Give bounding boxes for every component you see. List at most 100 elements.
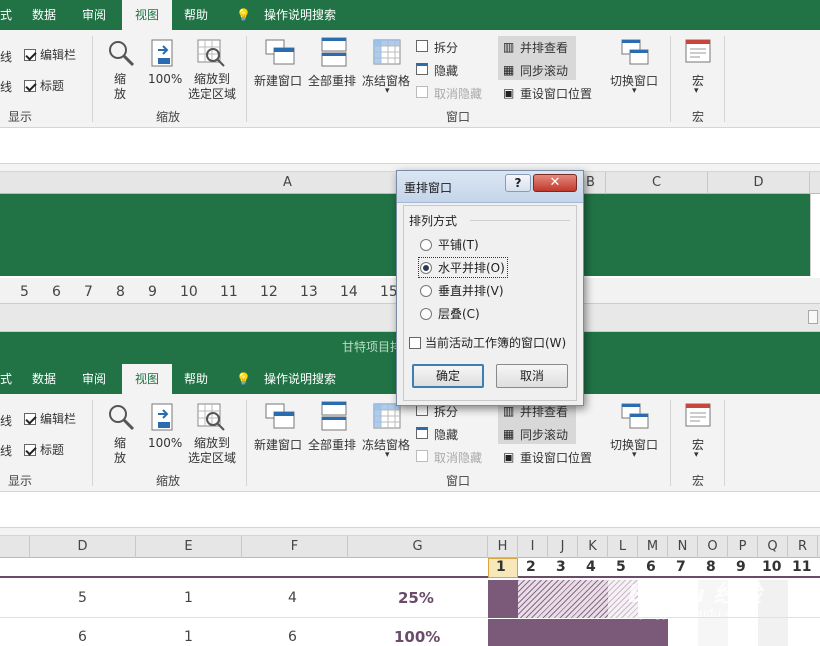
radio-tiled[interactable]: 平铺(T) [420,236,479,253]
column-header-p[interactable]: P [728,536,758,558]
unhide-button: 取消隐藏 [434,87,483,101]
column-header-d[interactable]: D [30,536,136,558]
zoom-to-selection-button[interactable]: 缩放到 选定区域 [186,436,238,466]
formula-bar-checkbox[interactable]: 编辑栏 [24,46,76,63]
hide-button[interactable]: 隐藏 [434,62,458,79]
column-header-f[interactable]: F [242,536,348,558]
column-header-bottom: D E F G H I J K L M N O P Q R [0,536,820,558]
cell-d[interactable]: 5 [78,590,87,606]
help-button[interactable]: ? [505,174,531,192]
tab-view[interactable]: 视图 [122,0,172,30]
zoom-100-button[interactable]: 100% [148,436,182,450]
table-row[interactable]: 6 1 6 100% [0,619,820,646]
percent-complete[interactable]: 25% [398,589,434,607]
arrange-all-button[interactable]: 全部重排 [308,72,356,89]
formula-bar-bottom[interactable] [0,492,820,528]
lightbulb-icon: 💡 [236,372,251,386]
macros-icon [685,39,711,63]
reset-window-position-button[interactable]: 重设窗口位置 [520,85,592,102]
column-header-m[interactable]: M [638,536,668,558]
zoom-button[interactable]: 缩放 [114,436,128,466]
hide-icon [416,63,428,75]
column-header-k[interactable]: K [578,536,608,558]
tab-formulas[interactable]: 式 [0,364,12,394]
new-window-button[interactable]: 新建窗口 [254,72,302,89]
gridlines-label: 线 [0,50,13,64]
cell-e[interactable]: 1 [184,629,193,645]
column-header-r[interactable]: R [788,536,818,558]
chevron-down-icon: ▾ [385,450,390,460]
zoom-icon [109,405,135,431]
timeline-day: 6 [52,284,61,300]
dialog-titlebar[interactable]: 重排窗口 ? ✕ [397,171,583,203]
zoom-to-selection-button[interactable]: 缩放到 选定区域 [186,72,238,102]
sync-scroll-button[interactable]: 同步滚动 [520,62,568,79]
group-label-zoom: 缩放 [156,110,181,124]
sync-scroll-button[interactable]: 同步滚动 [520,426,568,443]
tab-review[interactable]: 审阅 [82,364,106,394]
column-header-h[interactable]: H [488,536,518,558]
arrange-all-button[interactable]: 全部重排 [308,436,356,453]
checkbox-icon [24,413,36,425]
zoom-100-icon [151,403,173,431]
formula-bar[interactable] [0,128,820,164]
arrange-group-label: 排列方式 [409,214,458,228]
column-header-d[interactable]: D [708,172,810,194]
tab-view[interactable]: 视图 [122,364,172,394]
radio-vertical[interactable]: 垂直并排(V) [420,282,504,299]
column-header-l[interactable]: L [608,536,638,558]
timeline-day: 7 [84,284,93,300]
unhide-button: 取消隐藏 [434,451,483,465]
zoom-100-button[interactable]: 100% [148,72,182,86]
close-button[interactable]: ✕ [533,174,577,192]
sync-scroll-icon: ▦ [503,63,515,77]
headings-checkbox[interactable]: 标题 [24,77,64,94]
tell-me-search[interactable]: 操作说明搜索 [264,364,336,394]
column-header-j[interactable]: J [548,536,578,558]
column-header-q[interactable]: Q [758,536,788,558]
tab-help[interactable]: 帮助 [184,364,208,394]
unhide-icon [416,450,428,462]
cancel-button[interactable]: 取消 [496,364,568,388]
tab-data[interactable]: 数据 [32,364,56,394]
day-number: 5 [616,559,626,575]
percent-complete[interactable]: 100% [394,628,440,646]
tab-review[interactable]: 审阅 [82,0,106,30]
ribbon-view-bottom: 线 编辑栏 线 标题 显示 缩放 100% 缩放到 选定区域 缩放 新建窗口 全… [0,394,820,492]
column-header-g[interactable]: G [348,536,488,558]
day-number: 4 [586,559,596,575]
day-number: 1 [496,559,506,575]
tab-data[interactable]: 数据 [32,0,56,30]
reset-window-position-button[interactable]: 重设窗口位置 [520,449,592,466]
column-header-e[interactable]: E [136,536,242,558]
radio-horizontal[interactable]: 水平并排(O) [418,257,508,278]
active-workbook-checkbox[interactable]: 当前活动工作簿的窗口(W) [409,334,566,351]
column-header-o[interactable]: O [698,536,728,558]
cell-d[interactable]: 6 [78,629,87,645]
cell-e[interactable]: 1 [184,590,193,606]
hide-button[interactable]: 隐藏 [434,426,458,443]
tell-me-search[interactable]: 操作说明搜索 [264,0,336,30]
column-header-i[interactable]: I [518,536,548,558]
split-button[interactable]: 拆分 [434,39,458,56]
new-window-button[interactable]: 新建窗口 [254,436,302,453]
view-side-by-side-button[interactable]: 并排查看 [520,39,568,56]
zoom-icon [109,41,135,67]
zoom-button[interactable]: 缩放 [114,72,128,102]
day-number: 11 [792,559,812,575]
radio-cascade[interactable]: 层叠(C) [420,305,480,322]
switch-windows-icon [621,39,649,65]
column-header-c[interactable]: C [606,172,708,194]
cell-f[interactable]: 4 [288,590,297,606]
tab-formulas[interactable]: 式 [0,0,12,30]
column-header-n[interactable]: N [668,536,698,558]
ok-button[interactable]: 确定 [412,364,484,388]
cell-f[interactable]: 6 [288,629,297,645]
headings-checkbox[interactable]: 标题 [24,441,64,458]
radio-icon [420,308,432,320]
tab-help[interactable]: 帮助 [184,0,208,30]
timeline-day: 8 [116,284,125,300]
split-icon [416,40,428,52]
chevron-down-icon: ▾ [632,450,637,460]
formula-bar-checkbox[interactable]: 编辑栏 [24,410,76,427]
